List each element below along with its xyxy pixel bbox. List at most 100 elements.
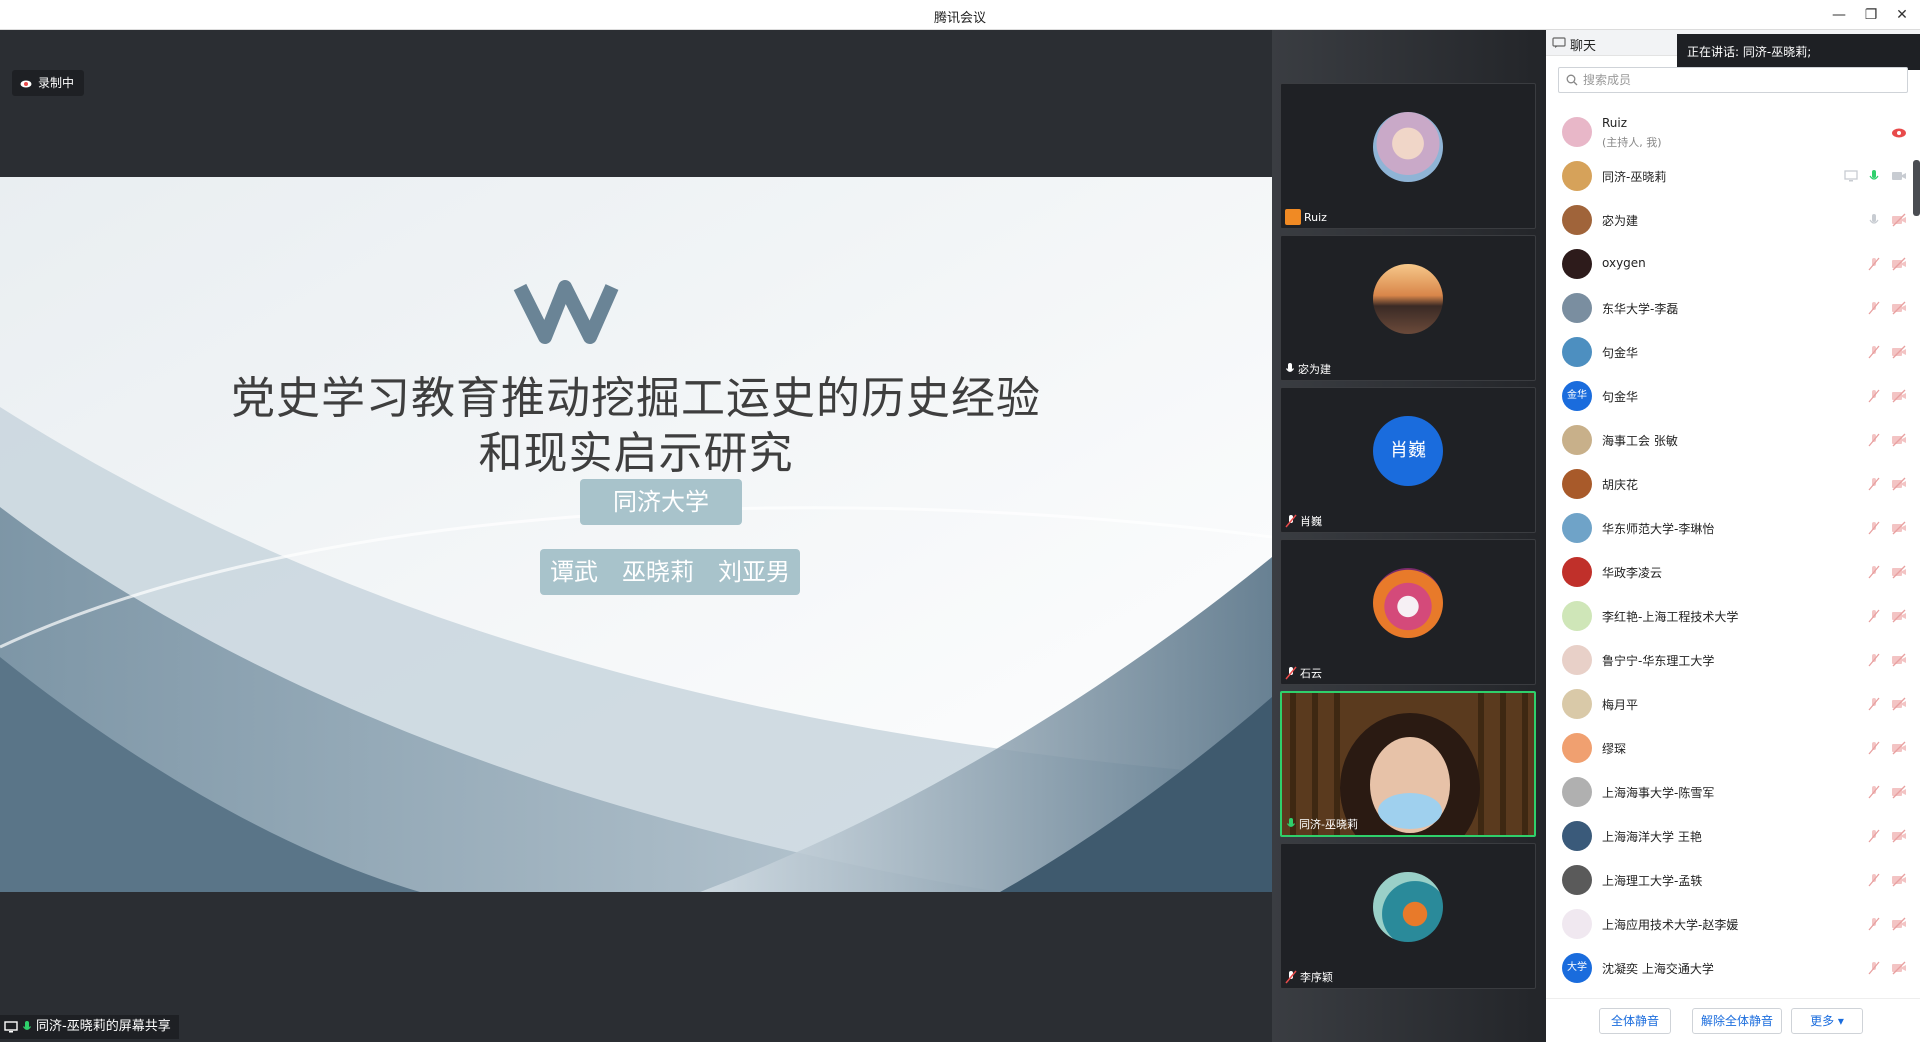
mic-muted-icon[interactable]: [1866, 784, 1882, 800]
participant-row[interactable]: 金华 句金华: [1546, 374, 1920, 418]
mic-muted-icon[interactable]: [1866, 476, 1882, 492]
restore-icon[interactable]: ❐: [1858, 4, 1884, 26]
participant-row[interactable]: 胡庆花: [1546, 462, 1920, 506]
member-search-input[interactable]: 搜索成员: [1558, 67, 1908, 93]
camera-muted-icon[interactable]: [1891, 564, 1907, 580]
mic-icon[interactable]: [1866, 212, 1882, 228]
video-tile-name: 宓为建: [1285, 361, 1331, 377]
mic-muted-icon[interactable]: [1866, 608, 1882, 624]
camera-muted-icon[interactable]: [1891, 784, 1907, 800]
camera-muted-icon[interactable]: [1891, 872, 1907, 888]
participant-name: 沈凝奕 上海交通大学: [1602, 962, 1714, 976]
mic-muted-icon[interactable]: [1866, 256, 1882, 272]
camera-muted-icon[interactable]: [1891, 916, 1907, 932]
participant-row[interactable]: 华东师范大学-李琳怡: [1546, 506, 1920, 550]
participant-row[interactable]: 缪琛: [1546, 726, 1920, 770]
mic-muted-icon[interactable]: [1866, 916, 1882, 932]
mic-muted-icon[interactable]: [1866, 432, 1882, 448]
participant-row[interactable]: 上海海事大学-陈雪军: [1546, 770, 1920, 814]
camera-muted-icon[interactable]: [1891, 696, 1907, 712]
avatar-text: 大学: [1567, 962, 1587, 973]
participant-name: 胡庆花: [1602, 478, 1639, 492]
participant-row[interactable]: 梅月平: [1546, 682, 1920, 726]
unmute-all-button[interactable]: 解除全体静音: [1692, 1008, 1782, 1034]
participant-row[interactable]: 句金华: [1546, 330, 1920, 374]
minimize-icon[interactable]: —: [1826, 4, 1852, 26]
participant-name: Ruiz: [1602, 116, 1628, 130]
camera-muted-icon[interactable]: [1891, 256, 1907, 272]
mic-muted-icon: [1285, 666, 1297, 680]
camera-muted-icon[interactable]: [1891, 740, 1907, 756]
camera-feed: [1282, 693, 1534, 835]
camera-muted-icon[interactable]: [1891, 300, 1907, 316]
camera-icon[interactable]: [1891, 168, 1907, 184]
participant-row[interactable]: 上海理工大学-孟轶: [1546, 858, 1920, 902]
avatar: [1562, 557, 1592, 587]
mic-muted-icon[interactable]: [1866, 872, 1882, 888]
participant-row[interactable]: 上海应用技术大学-赵李媛: [1546, 902, 1920, 946]
participant-row[interactable]: 大学 沈凝奕 上海交通大学: [1546, 946, 1920, 990]
participant-row[interactable]: oxygen: [1546, 242, 1920, 286]
mic-muted-icon[interactable]: [1866, 300, 1882, 316]
avatar: [1373, 568, 1443, 638]
camera-muted-icon[interactable]: [1891, 432, 1907, 448]
video-tile-tongji-wu-xiaoli[interactable]: 同济-巫晓莉: [1280, 691, 1536, 837]
participant-row[interactable]: 鲁宁宁-华东理工大学: [1546, 638, 1920, 682]
camera-muted-icon[interactable]: [1891, 344, 1907, 360]
camera-muted-icon[interactable]: [1891, 212, 1907, 228]
mic-muted-icon[interactable]: [1866, 960, 1882, 976]
avatar: [1562, 689, 1592, 719]
camera-muted-icon[interactable]: [1891, 652, 1907, 668]
screen-share-label: 同济-巫晓莉的屏幕共享: [36, 1019, 171, 1034]
mic-muted-icon[interactable]: [1866, 388, 1882, 404]
video-tile-mi-weijian[interactable]: 宓为建: [1280, 235, 1536, 381]
mic-muted-icon[interactable]: [1866, 696, 1882, 712]
close-icon[interactable]: ✕: [1889, 4, 1915, 26]
scrollbar-thumb[interactable]: [1913, 160, 1920, 216]
video-tile-shi-yun[interactable]: 石云: [1280, 539, 1536, 685]
participant-row[interactable]: 宓为建: [1546, 198, 1920, 242]
video-tile-xiao-wei[interactable]: 肖巍 肖巍: [1280, 387, 1536, 533]
participant-row[interactable]: 李红艳-上海工程技术大学: [1546, 594, 1920, 638]
avatar: [1562, 249, 1592, 279]
mic-muted-icon[interactable]: [1866, 828, 1882, 844]
camera-muted-icon[interactable]: [1891, 960, 1907, 976]
record-status-icon[interactable]: [1891, 124, 1907, 140]
mic-muted-icon: [1285, 970, 1297, 984]
participant-row[interactable]: 东华大学-李磊: [1546, 286, 1920, 330]
mic-active-icon[interactable]: [1866, 168, 1882, 184]
participant-row[interactable]: Ruiz (主持人, 我): [1546, 110, 1920, 154]
more-button[interactable]: 更多 ▾: [1791, 1008, 1863, 1034]
recording-badge[interactable]: 录制中: [12, 70, 85, 96]
mic-muted-icon[interactable]: [1866, 520, 1882, 536]
participant-row[interactable]: 华政李凌云: [1546, 550, 1920, 594]
mic-muted-icon[interactable]: [1866, 740, 1882, 756]
video-tile-li-xuying[interactable]: 李序颖: [1280, 843, 1536, 989]
speaking-indicator: 正在讲话: 同济-巫晓莉;: [1677, 34, 1920, 70]
participant-row[interactable]: 海事工会 张敏: [1546, 418, 1920, 462]
participant-row[interactable]: 同济-巫晓莉: [1546, 154, 1920, 198]
mic-muted-icon[interactable]: [1866, 652, 1882, 668]
camera-muted-icon[interactable]: [1891, 476, 1907, 492]
mic-active-icon: [1286, 818, 1296, 827]
avatar: [1562, 865, 1592, 895]
participant-name: 上海海洋大学 王艳: [1602, 830, 1702, 844]
camera-muted-icon[interactable]: [1891, 608, 1907, 624]
mic-muted-icon[interactable]: [1866, 564, 1882, 580]
screen-share-icon[interactable]: [1843, 168, 1859, 184]
participant-name: 宓为建: [1602, 214, 1639, 228]
camera-muted-icon[interactable]: [1891, 520, 1907, 536]
camera-muted-icon[interactable]: [1891, 388, 1907, 404]
tab-chat[interactable]: 聊天: [1570, 35, 1596, 54]
avatar: 大学: [1562, 953, 1592, 983]
avatar: 肖巍: [1373, 416, 1443, 486]
participant-row[interactable]: 上海海洋大学 王艳: [1546, 814, 1920, 858]
video-tile-ruiz[interactable]: Ruiz: [1280, 83, 1536, 229]
screen-share-tag: 同济-巫晓莉的屏幕共享: [0, 1015, 179, 1039]
video-tile-name: 同济-巫晓莉: [1286, 816, 1358, 832]
avatar: [1373, 872, 1443, 942]
mic-muted-icon[interactable]: [1866, 344, 1882, 360]
participant-name: 上海理工大学-孟轶: [1602, 874, 1703, 888]
camera-muted-icon[interactable]: [1891, 828, 1907, 844]
mute-all-button[interactable]: 全体静音: [1599, 1008, 1671, 1034]
